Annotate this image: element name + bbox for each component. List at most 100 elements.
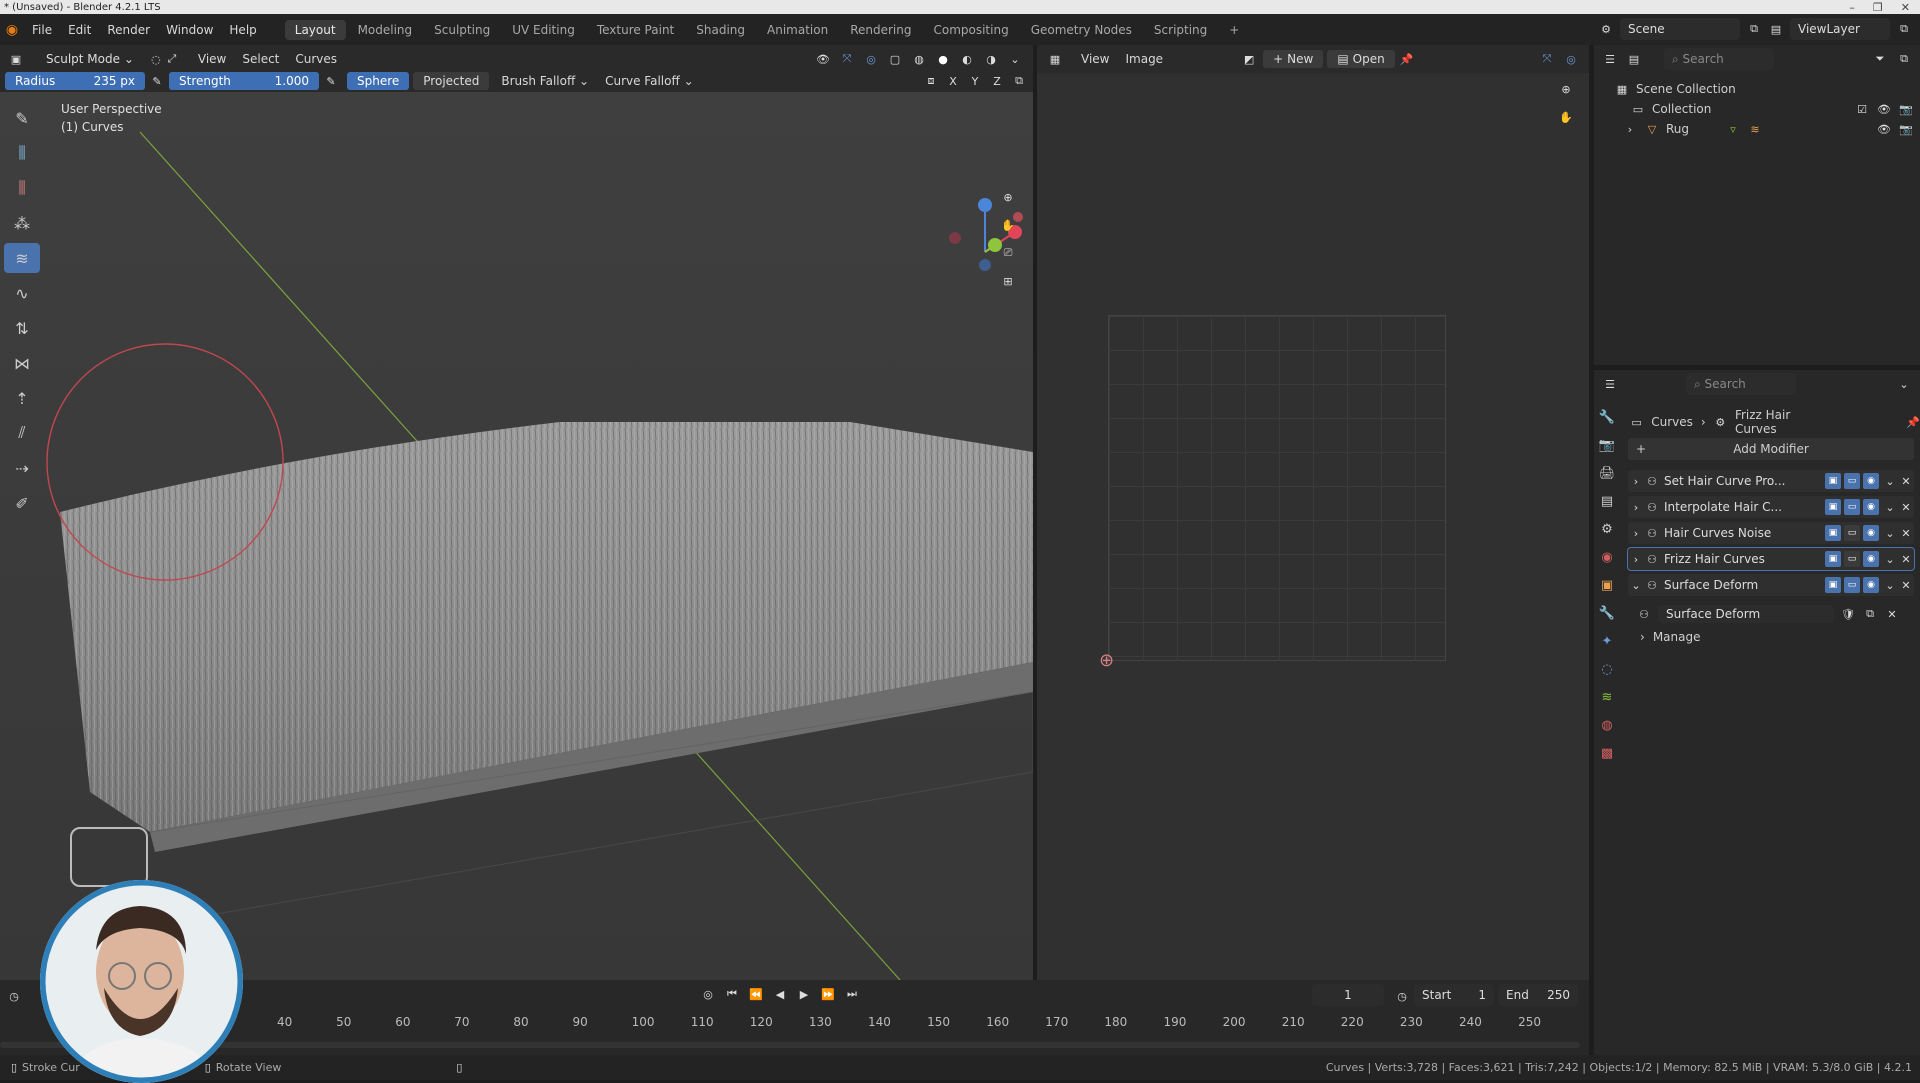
open-image-button[interactable]: ▤ Open bbox=[1327, 50, 1395, 68]
jump-end-icon[interactable]: ⏭ bbox=[844, 986, 860, 1002]
image-zoom-icon[interactable]: ⊕ bbox=[1558, 81, 1574, 97]
current-frame-field[interactable]: 1 bbox=[1312, 984, 1384, 1006]
properties-options-icon[interactable]: ⌄ bbox=[1896, 376, 1912, 392]
new-scene-icon[interactable]: ⧉ bbox=[1746, 21, 1762, 37]
timeline-scrollbar[interactable] bbox=[0, 1042, 1580, 1048]
object-tab-icon[interactable]: ▣ bbox=[1596, 574, 1618, 596]
edit-mode-toggle-icon[interactable]: ▣ bbox=[1825, 499, 1841, 515]
remove-modifier-icon[interactable]: ✕ bbox=[1898, 473, 1914, 489]
scene-tab-icon[interactable]: ⚙ bbox=[1596, 518, 1618, 540]
menu-render[interactable]: Render bbox=[99, 23, 158, 37]
grow-shrink-icon[interactable]: ⇅ bbox=[4, 313, 40, 343]
viewport-toggle-icon[interactable]: ▭ bbox=[1844, 473, 1860, 489]
node-group-name[interactable]: Surface Deform bbox=[1658, 605, 1834, 623]
particles-tab-icon[interactable]: ✦ bbox=[1596, 630, 1618, 652]
menu-edit[interactable]: Edit bbox=[60, 23, 99, 37]
edit-mode-toggle-icon[interactable]: ▣ bbox=[1825, 473, 1841, 489]
image-gizmo-icon[interactable]: ⤧ bbox=[1539, 51, 1555, 67]
play-reverse-icon[interactable]: ◀ bbox=[772, 986, 788, 1002]
wireframe-shading-icon[interactable]: ◍ bbox=[911, 51, 927, 67]
prev-keyframe-icon[interactable]: ⏪ bbox=[748, 986, 764, 1002]
brush-draw-icon[interactable]: ✎ bbox=[4, 103, 40, 133]
view-layer-field[interactable]: ViewLayer bbox=[1790, 18, 1890, 40]
puff-icon[interactable]: ⇡ bbox=[4, 383, 40, 413]
auto-key-icon[interactable]: ◎ bbox=[700, 986, 716, 1002]
tool-tab-icon[interactable]: 🔧 bbox=[1596, 406, 1618, 428]
pin-icon[interactable]: 📌 bbox=[1399, 51, 1415, 67]
modifier-name[interactable]: Frizz Hair Curves bbox=[1660, 552, 1825, 566]
menu-select[interactable]: Select bbox=[234, 52, 287, 66]
tab-sculpting[interactable]: Sculpting bbox=[424, 20, 500, 40]
tab-scripting[interactable]: Scripting bbox=[1144, 20, 1217, 40]
material-tab-icon[interactable]: ◍ bbox=[1596, 714, 1618, 736]
rug-visibility-icon[interactable]: 👁 bbox=[1876, 121, 1892, 137]
new-collection-icon[interactable]: ⧉ bbox=[1896, 51, 1912, 67]
add-modifier-button[interactable]: + Add Modifier bbox=[1628, 438, 1914, 460]
snake-hook-icon[interactable]: ∿ bbox=[4, 278, 40, 308]
minimize-icon[interactable]: – bbox=[1849, 1, 1855, 14]
render-toggle-icon[interactable]: ◉ bbox=[1863, 577, 1879, 593]
modifier-name[interactable]: Surface Deform bbox=[1660, 578, 1825, 592]
comb-icon[interactable]: ≋ bbox=[4, 243, 40, 273]
node-group-field[interactable]: ⚇ Surface Deform 🛡 ⧉ ✕ bbox=[1636, 604, 1912, 624]
viewport-toggle-icon[interactable]: ▭ bbox=[1844, 525, 1860, 541]
strength-pressure-icon[interactable]: ✎ bbox=[323, 73, 339, 89]
tab-geometry-nodes[interactable]: Geometry Nodes bbox=[1021, 20, 1142, 40]
tab-shading[interactable]: Shading bbox=[686, 20, 755, 40]
add-curves-icon[interactable]: ⫼ bbox=[4, 138, 40, 168]
tab-rendering[interactable]: Rendering bbox=[840, 20, 921, 40]
image-editor[interactable]: ▦ View Image ◩ + New ▤ Open 📌 ⤧ ◎ ⊕ ✋ ⊕ bbox=[1037, 45, 1589, 980]
modifier-menu-icon[interactable]: ⌄ bbox=[1882, 499, 1898, 515]
slide-icon[interactable]: ⇢ bbox=[4, 453, 40, 483]
world-tab-icon[interactable]: ◉ bbox=[1596, 546, 1618, 568]
image-pan-icon[interactable]: ✋ bbox=[1558, 109, 1574, 125]
render-toggle-icon[interactable]: ◉ bbox=[1863, 525, 1879, 541]
edit-mode-toggle-icon[interactable]: ▣ bbox=[1825, 551, 1841, 567]
blender-logo-icon[interactable]: ◉ bbox=[0, 22, 24, 38]
axis-y-toggle[interactable]: Y bbox=[967, 73, 983, 89]
axis-z-toggle[interactable]: Z bbox=[989, 73, 1005, 89]
image-overlay-icon[interactable]: ◎ bbox=[1563, 51, 1579, 67]
modifier-tab-icon[interactable]: 🔧 bbox=[1596, 602, 1618, 624]
smooth-icon[interactable]: ⫽ bbox=[4, 418, 40, 448]
expand-icon[interactable]: › bbox=[1628, 499, 1644, 515]
visibility-icon[interactable]: 👁 bbox=[815, 51, 831, 67]
data-tab-icon[interactable]: ≋ bbox=[1596, 686, 1618, 708]
modifier-panel-interpolate[interactable]: › ⚇ Interpolate Hair C... ▣ ▭ ◉ ⌄ ✕ bbox=[1628, 496, 1914, 518]
unlink-node-icon[interactable]: ✕ bbox=[1884, 606, 1900, 622]
physics-tab-icon[interactable]: ◌ bbox=[1596, 658, 1618, 680]
symmetry-icon[interactable]: ◌ bbox=[148, 51, 164, 67]
3d-viewport[interactable]: User Perspective (1) Curves ⊕ ✋ ⎚ ⊞ bbox=[0, 92, 1033, 980]
edit-mode-toggle-icon[interactable]: ▣ bbox=[1825, 525, 1841, 541]
end-frame-field[interactable]: End 250 bbox=[1498, 984, 1578, 1006]
expand-arrow-icon[interactable]: › bbox=[1622, 121, 1638, 137]
modifier-menu-icon[interactable]: ⌄ bbox=[1882, 473, 1898, 489]
density-icon[interactable]: ⁂ bbox=[4, 208, 40, 238]
menu-window[interactable]: Window bbox=[158, 23, 221, 37]
outliner-row-scene-collection[interactable]: ▦ Scene Collection bbox=[1594, 79, 1920, 99]
display-mode-icon[interactable]: ▤ bbox=[1626, 51, 1642, 67]
remove-modifier-icon[interactable]: ✕ bbox=[1898, 577, 1914, 593]
xray-icon[interactable]: ▢ bbox=[887, 51, 903, 67]
maximize-icon[interactable]: ❐ bbox=[1873, 1, 1883, 14]
sphere-button[interactable]: Sphere bbox=[347, 72, 410, 90]
manage-subpanel[interactable]: › Manage bbox=[1640, 630, 1700, 644]
tab-modeling[interactable]: Modeling bbox=[348, 20, 423, 40]
close-icon[interactable]: ✕ bbox=[1901, 1, 1910, 14]
texture-tab-icon[interactable]: ▩ bbox=[1596, 742, 1618, 764]
radius-field[interactable]: Radius 235 px bbox=[5, 72, 145, 90]
modifier-name[interactable]: Set Hair Curve Pro... bbox=[1660, 474, 1825, 488]
modifier-panel-frizz[interactable]: › ⚇ Frizz Hair Curves ▣ ▭ ◉ ⌄ ✕ bbox=[1627, 547, 1915, 571]
modifier-name[interactable]: Interpolate Hair C... bbox=[1660, 500, 1825, 514]
preview-range-icon[interactable]: ◷ bbox=[1394, 988, 1410, 1004]
next-keyframe-icon[interactable]: ⏩ bbox=[820, 986, 836, 1002]
modifier-panel-surface-deform[interactable]: ⌄ ⚇ Surface Deform ▣ ▭ ◉ ⌄ ✕ bbox=[1628, 574, 1914, 596]
expand-icon[interactable]: › bbox=[1628, 473, 1644, 489]
overlay-icon[interactable]: ◎ bbox=[863, 51, 879, 67]
modifier-menu-icon[interactable]: ⌄ bbox=[1882, 525, 1898, 541]
viewport-toggle-icon[interactable]: ▭ bbox=[1844, 499, 1860, 515]
outliner-row-collection[interactable]: ▭ Collection ☑ 👁 📷 bbox=[1594, 99, 1920, 119]
menu-file[interactable]: File bbox=[24, 23, 60, 37]
viewport-toggle-icon[interactable]: ▭ bbox=[1844, 551, 1860, 567]
output-tab-icon[interactable]: 🖨 bbox=[1596, 462, 1618, 484]
